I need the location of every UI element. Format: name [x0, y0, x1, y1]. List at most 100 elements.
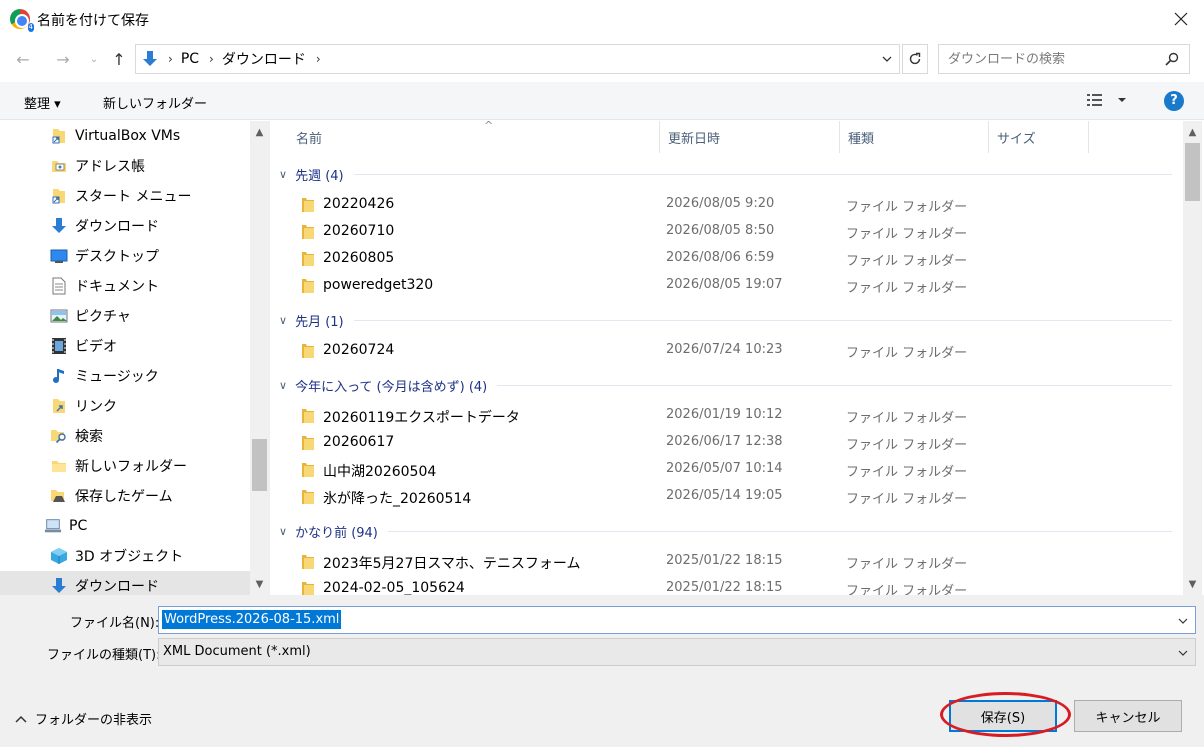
column-header-name[interactable]: ^ 名前	[288, 121, 660, 153]
sidebar-item[interactable]: ドキュメント	[0, 271, 250, 301]
refresh-button[interactable]	[902, 44, 928, 74]
arrow-up-icon: ↑	[112, 49, 126, 69]
sidebar-item[interactable]: ミュージック	[0, 361, 250, 391]
file-row[interactable]: 2024-02-05_105624 2025/01/22 18:15 ファイル フォ…	[271, 575, 1171, 595]
sidebar-item[interactable]: デスクトップ	[0, 241, 250, 271]
filetype-label: ファイルの種類(T):	[47, 648, 161, 663]
sidebar-item[interactable]: 新しいフォルダー	[0, 451, 250, 481]
group-header[interactable]: ∨ 今年に入って (今月は含めず) (4)	[279, 372, 1172, 398]
sidebar-item[interactable]: アドレス帳	[0, 151, 250, 181]
sidebar-item-label: デスクトップ	[75, 249, 159, 265]
file-date: 2026/07/24 10:23	[666, 342, 783, 357]
arrow-left-icon: ←	[16, 49, 30, 69]
up-button[interactable]: ↑	[108, 48, 130, 70]
filename-value[interactable]: WordPress.2026-08-15.xml	[162, 610, 342, 629]
cancel-button[interactable]: キャンセル	[1074, 700, 1182, 732]
file-row[interactable]: 氷が降った_20260514 2026/05/14 19:05 ファイル フォルダー	[271, 483, 1171, 510]
chevron-down-icon[interactable]	[881, 53, 893, 65]
new-folder-button[interactable]: 新しいフォルダー	[103, 93, 207, 112]
file-name: 氷が降った_20260514	[323, 491, 472, 507]
back-button[interactable]: ←	[12, 48, 34, 70]
sort-ascending-icon: ^	[484, 121, 494, 132]
group-header[interactable]: ∨ 先週 (4)	[279, 161, 1172, 187]
sidebar-item[interactable]: ダウンロード	[0, 211, 250, 241]
save-form: ファイル名(N): WordPress.2026-08-15.xml ファイルの…	[0, 595, 1204, 747]
scroll-up-icon[interactable]: ▲	[250, 123, 269, 141]
scroll-down-icon[interactable]: ▼	[250, 575, 269, 593]
breadcrumb-downloads[interactable]: ダウンロード	[222, 49, 306, 69]
sidebar-item[interactable]: ビデオ	[0, 331, 250, 361]
sidebar-item[interactable]: VirtualBox VMs	[0, 121, 250, 151]
search-box[interactable]	[938, 44, 1190, 74]
column-name-label: 名前	[296, 131, 323, 147]
folder-icon	[301, 251, 315, 271]
folder-icon	[301, 278, 315, 298]
file-name: 2024-02-05_105624	[323, 580, 465, 595]
file-row[interactable]: 20260724 2026/07/24 10:23 ファイル フォルダー	[271, 337, 1171, 364]
sidebar-item[interactable]: ピクチャ	[0, 301, 250, 331]
filetype-select[interactable]: XML Document (*.xml)	[158, 638, 1196, 666]
organize-menu[interactable]: 整理 ▾	[24, 93, 61, 112]
scroll-thumb[interactable]	[252, 439, 267, 491]
scroll-down-icon[interactable]: ▼	[1183, 575, 1202, 593]
change-view-button[interactable]	[1086, 92, 1128, 112]
scroll-thumb[interactable]	[1185, 143, 1200, 201]
folder-icon	[301, 489, 315, 509]
navigation-pane: VirtualBox VMs アドレス帳 スタート メニュー ダウンロード デスクトップ…	[0, 121, 270, 595]
scroll-up-icon[interactable]: ▲	[1183, 123, 1202, 141]
chevron-down-icon[interactable]	[1177, 615, 1189, 627]
breadcrumb-pc[interactable]: PC	[181, 51, 199, 67]
file-type: ファイル フォルダー	[846, 200, 968, 215]
forward-button[interactable]: →	[52, 48, 74, 70]
file-row[interactable]: 20260710 2026/08/05 8:50 ファイル フォルダー	[271, 218, 1171, 245]
file-date: 2026/08/06 6:59	[666, 250, 775, 265]
column-header-modified[interactable]: 更新日時	[660, 121, 840, 153]
folder-icon	[301, 462, 315, 482]
file-row[interactable]: 20260617 2026/06/17 12:38 ファイル フォルダー	[271, 429, 1171, 456]
sidebar-item-label: ミュージック	[75, 369, 159, 385]
help-button[interactable]: ?	[1164, 91, 1184, 111]
address-bar[interactable]: › PC › ダウンロード ›	[135, 44, 900, 74]
file-row[interactable]: poweredget320 2026/08/05 19:07 ファイル フォルダー	[271, 272, 1171, 299]
sidebar-item-label: PC	[69, 518, 88, 534]
file-type: ファイル フォルダー	[846, 227, 968, 242]
close-button[interactable]	[1158, 0, 1204, 38]
3d-objects-icon	[50, 547, 68, 565]
chevron-down-icon: ∨	[279, 313, 288, 327]
sidebar-item[interactable]: ダウンロード	[0, 571, 250, 595]
document-icon	[50, 277, 68, 295]
sidebar-item[interactable]: スタート メニュー	[0, 181, 250, 211]
file-name: 20260724	[323, 342, 395, 358]
column-size-label: サイズ	[997, 131, 1036, 147]
sidebar-item[interactable]: PC	[0, 511, 250, 541]
breadcrumb-separator-icon: ›	[209, 52, 214, 66]
file-row[interactable]: 山中湖20260504 2026/05/07 10:14 ファイル フォルダー	[271, 456, 1171, 483]
sidebar-item[interactable]: 3D オブジェクト	[0, 541, 250, 571]
search-input[interactable]	[948, 51, 1158, 67]
group-header[interactable]: ∨ かなり前 (94)	[279, 518, 1172, 544]
folder-icon	[301, 435, 315, 455]
recent-locations-button[interactable]: ⌄	[83, 48, 105, 70]
file-name: 2023年5月27日スマホ、テニスフォーム	[323, 556, 581, 572]
file-type: ファイル フォルダー	[846, 281, 968, 296]
file-name: 20220426	[323, 196, 395, 212]
navigation-scrollbar[interactable]: ▲ ▼	[250, 121, 269, 595]
sidebar-item[interactable]: 検索	[0, 421, 250, 451]
column-header-size[interactable]: サイズ	[989, 121, 1089, 153]
sidebar-item[interactable]: 保存したゲーム	[0, 481, 250, 511]
file-row[interactable]: 20220426 2026/08/05 9:20 ファイル フォルダー	[271, 191, 1171, 218]
group-header[interactable]: ∨ 先月 (1)	[279, 307, 1172, 333]
file-date: 2026/08/05 19:07	[666, 277, 783, 292]
file-row[interactable]: 20260805 2026/08/06 6:59 ファイル フォルダー	[271, 245, 1171, 272]
video-icon	[50, 337, 68, 355]
column-header-type[interactable]: 種類	[840, 121, 989, 153]
file-row[interactable]: 20260119エクスポートデータ 2026/01/19 10:12 ファイル フォ…	[271, 402, 1171, 429]
filename-input[interactable]: WordPress.2026-08-15.xml	[158, 606, 1196, 634]
group-label: 先週 (4)	[295, 168, 344, 184]
close-icon	[1174, 12, 1188, 26]
sidebar-item[interactable]: リンク	[0, 391, 250, 421]
file-name: 20260119エクスポートデータ	[323, 410, 520, 426]
file-list-scrollbar[interactable]: ▲ ▼	[1183, 121, 1202, 595]
file-row[interactable]: 2023年5月27日スマホ、テニスフォーム 2025/01/22 18:15 ファイ…	[271, 548, 1171, 575]
hide-folders-toggle[interactable]: フォルダーの非表示	[14, 709, 152, 728]
